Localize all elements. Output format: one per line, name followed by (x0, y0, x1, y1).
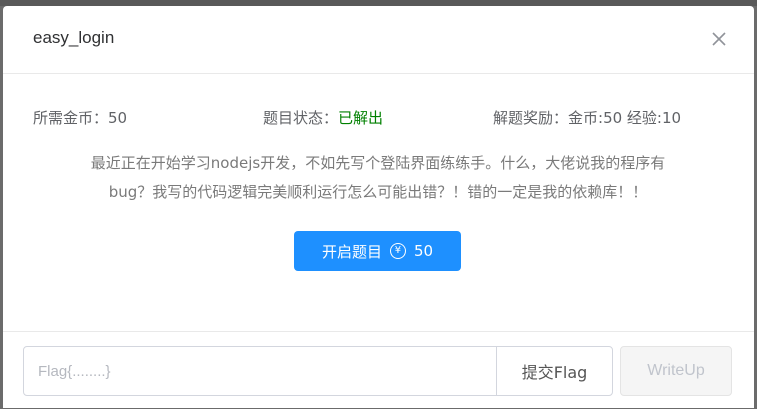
challenge-modal: easy_login 所需金币：50 题目状态：已解出 解题奖励：金币:50 经… (3, 6, 754, 408)
reward-info: 解题奖励：金币:50 经验:10 (493, 107, 681, 128)
close-button[interactable] (710, 30, 728, 48)
yen-icon: ¥ (389, 243, 406, 259)
reward-label: 解题奖励： (493, 109, 569, 127)
submit-flag-button[interactable]: 提交Flag (496, 346, 613, 396)
description-line: bug？我写的代码逻辑完美顺利运行怎么可能出错？！错的一定是我的依赖库！！ (108, 183, 648, 201)
cost-value: 50 (108, 109, 128, 127)
status-label: 题目状态： (263, 109, 339, 127)
cost-info: 所需金币：50 (33, 107, 127, 128)
flag-input[interactable] (23, 346, 497, 396)
modal-title: easy_login (33, 28, 115, 47)
writeup-button[interactable]: WriteUp (620, 346, 732, 396)
modal-header: easy_login (3, 6, 754, 74)
status-badge: 已解出 (338, 109, 384, 127)
start-button-label: 开启题目 (321, 242, 382, 261)
start-challenge-button[interactable]: 开启题目 ¥ 50 (294, 231, 461, 271)
challenge-info-row: 所需金币：50 题目状态：已解出 解题奖励：金币:50 经验:10 (33, 107, 733, 127)
status-info: 题目状态：已解出 (263, 107, 383, 128)
start-button-amount: 50 (413, 242, 434, 260)
cost-label: 所需金币： (33, 109, 109, 127)
close-icon (712, 32, 726, 46)
reward-value: 金币:50 经验:10 (568, 109, 682, 127)
modal-footer: 提交Flag WriteUp (3, 331, 754, 409)
description-line: 最近正在开始学习nodejs开发，不如先写个登陆界面练练手。什么，大佬说我的程序… (90, 154, 666, 172)
challenge-description: 最近正在开始学习nodejs开发，不如先写个登陆界面练练手。什么，大佬说我的程序… (43, 149, 713, 207)
